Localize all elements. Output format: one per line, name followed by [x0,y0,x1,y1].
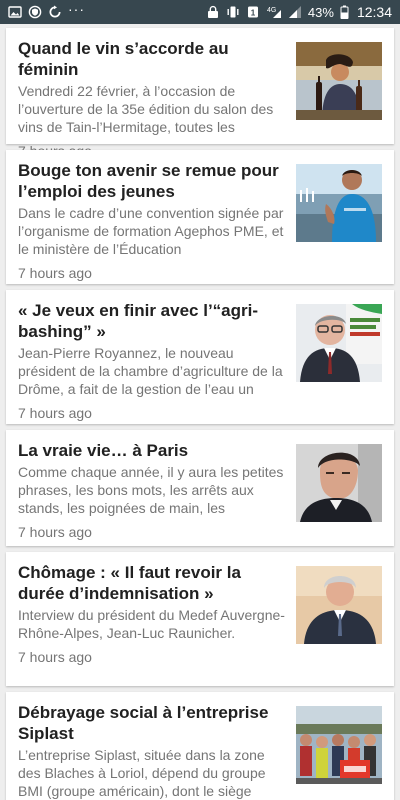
article-card[interactable]: La vraie vie… à Paris Comme chaque année… [6,430,394,546]
network-label: 4G [267,7,276,14]
article-time: 7 hours ago [18,649,92,665]
article-text: Bouge ton avenir se remue pour l’emploi … [18,160,288,282]
article-time: 7 hours ago [18,524,92,540]
vibrate-icon [226,5,240,19]
article-summary: Comme chaque année, il y aura les petite… [18,464,284,516]
image-icon [8,5,22,19]
young-man-blue-shirt-harbor-photo [296,164,382,242]
clock-time: 12:34 [356,4,392,20]
sync-icon [48,5,62,19]
article-summary: L’entreprise Siplast, située dans la zon… [18,747,266,799]
article-summary: Vendredi 22 février, à l’occasion de l’o… [18,83,274,135]
article-text: La vraie vie… à Paris Comme chaque année… [18,440,288,541]
article-thumbnail[interactable] [296,444,382,522]
sim-icon: 1 [246,5,260,19]
grey-haired-man-suit-photo [296,566,382,644]
article-thumbnail[interactable] [296,164,382,242]
shield-icon [28,5,42,19]
article-thumbnail[interactable] [296,706,382,784]
man-glasses-agriculture-sign-photo [296,304,382,382]
article-text: Débrayage social à l’entreprise Siplast … [18,702,288,800]
status-bar: ··· 1 4G 43% 12:34 [0,0,400,24]
status-bar-right: 1 4G 43% 12:34 [206,4,392,20]
woman-with-wine-bottles-photo [296,42,382,120]
article-time: 7 hours ago [18,405,92,421]
article-card[interactable]: Débrayage social à l’entreprise Siplast … [6,692,394,800]
article-thumbnail[interactable] [296,304,382,382]
vpn-lock-icon [206,5,220,19]
article-text: Quand le vin s’accorde au féminin Vendre… [18,38,288,160]
workers-strike-crowd-photo [296,706,382,784]
article-thumbnail[interactable] [296,42,382,120]
article-text: « Je veux en finir avec l’“agri-bashing”… [18,300,288,422]
battery-percent: 43% [307,4,334,20]
article-summary: Jean-Pierre Royannez, le nouveau préside… [18,345,283,397]
article-summary: Interview du président du Medef Auvergne… [18,607,285,641]
article-title[interactable]: La vraie vie… à Paris [18,440,288,461]
article-text: Chômage : « Il faut revoir la durée d’in… [18,562,288,666]
news-feed[interactable]: Quand le vin s’accorde au féminin Vendre… [0,24,400,800]
article-time: 7 hours ago [18,265,92,281]
article-card[interactable]: Quand le vin s’accorde au féminin Vendre… [6,28,394,159]
article-card[interactable]: Chômage : « Il faut revoir la durée d’in… [6,552,394,686]
network-4g-icon: 4G [266,5,282,19]
more-notifications-icon: ··· [68,1,85,17]
article-summary: Dans le cadre d’une convention signée pa… [18,205,284,257]
battery-icon [340,5,349,19]
article-title[interactable]: « Je veux en finir avec l’“agri-bashing”… [18,300,288,342]
article-title[interactable]: Quand le vin s’accorde au féminin [18,38,288,80]
article-thumbnail[interactable] [296,566,382,644]
status-bar-left: ··· [8,1,85,19]
signal-icon [288,5,302,19]
article-title[interactable]: Chômage : « Il faut revoir la durée d’in… [18,562,288,604]
article-card[interactable]: Bouge ton avenir se remue pour l’emploi … [6,150,394,284]
article-card[interactable]: « Je veux en finir avec l’“agri-bashing”… [6,290,394,424]
sim-label: 1 [251,9,256,18]
article-title[interactable]: Bouge ton avenir se remue pour l’emploi … [18,160,288,202]
article-title[interactable]: Débrayage social à l’entreprise Siplast [18,702,288,744]
man-portrait-photo [296,444,382,522]
